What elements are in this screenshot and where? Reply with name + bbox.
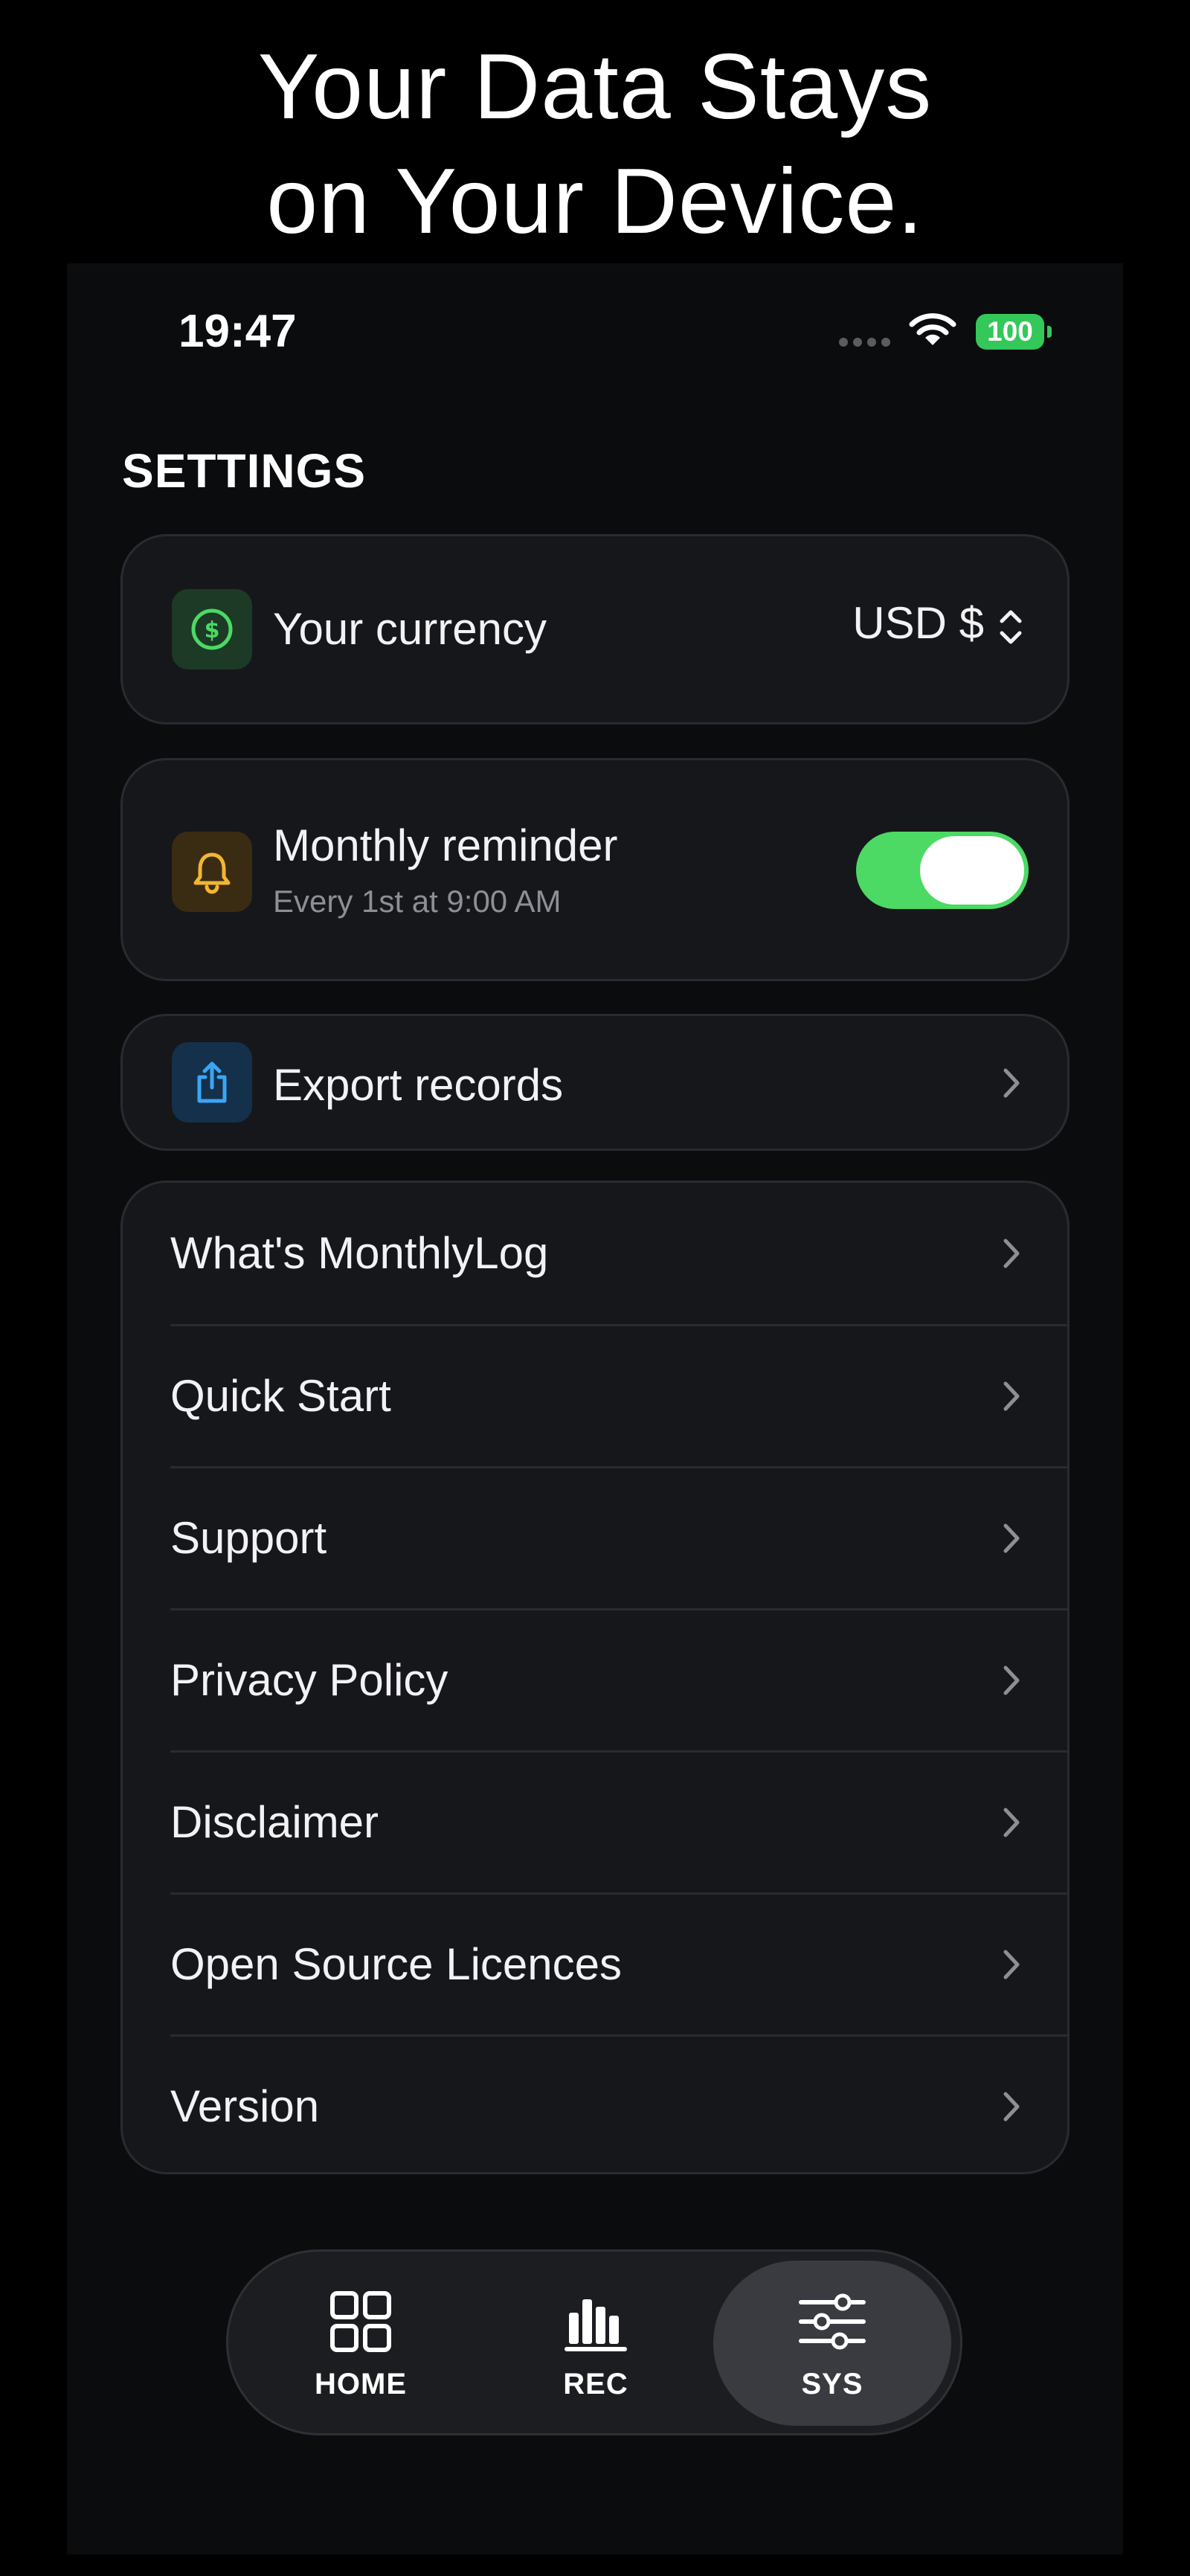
list-item-disclaimer[interactable]: Disclaimer <box>123 1752 1067 1893</box>
list-item-support[interactable]: Support <box>123 1468 1067 1609</box>
tab-sys[interactable]: SYS <box>713 2261 951 2426</box>
list-item-privacy-policy[interactable]: Privacy Policy <box>123 1610 1067 1751</box>
chevron-right-icon <box>1003 1808 1020 1837</box>
promo-headline-line1: Your Data Stays <box>257 36 933 138</box>
currency-label: Your currency <box>273 604 547 654</box>
cellular-signal-icon <box>839 338 890 347</box>
tab-rec[interactable]: REC <box>477 2261 715 2426</box>
chevron-up-down-icon <box>1000 610 1022 644</box>
chevron-right-icon <box>1003 1068 1020 1098</box>
tab-label: REC <box>563 2367 628 2400</box>
list-item-label: What's MonthlyLog <box>170 1228 549 1278</box>
reminder-toggle[interactable] <box>856 832 1029 909</box>
list-item-label: Disclaimer <box>170 1797 379 1847</box>
export-icon-tile <box>172 1042 252 1122</box>
currency-row[interactable]: $ Your currency USD $ <box>120 534 1070 725</box>
chevron-right-icon <box>1003 1239 1020 1268</box>
list-item-whats-monthlylog[interactable]: What's MonthlyLog <box>123 1183 1067 1324</box>
list-item-version[interactable]: Version <box>123 2036 1067 2177</box>
reminder-icon-tile <box>172 832 252 912</box>
reminder-label: Monthly reminder <box>273 820 618 870</box>
wifi-icon <box>909 313 956 345</box>
svg-text:$: $ <box>205 617 220 643</box>
monthly-reminder-row: Monthly reminder Every 1st at 9:00 AM <box>120 758 1070 981</box>
list-item-label: Version <box>170 2081 320 2131</box>
list-item-quick-start[interactable]: Quick Start <box>123 1326 1067 1467</box>
tab-bar: HOME REC SYS <box>226 2249 962 2435</box>
list-item-label: Privacy Policy <box>170 1655 448 1705</box>
list-item-label: Support <box>170 1513 327 1563</box>
chevron-right-icon <box>1003 1950 1020 1979</box>
list-item-label: Quick Start <box>170 1371 391 1421</box>
chevron-right-icon <box>1003 1381 1020 1411</box>
toggle-knob <box>920 836 1024 905</box>
dollar-circle-icon: $ <box>191 608 233 650</box>
page-title: SETTINGS <box>122 444 367 498</box>
promo-headline: Your Data Stays on Your Device. <box>0 30 1190 259</box>
info-links-list: What's MonthlyLog Quick Start Support Pr… <box>120 1181 1070 2174</box>
list-item-open-source-licences[interactable]: Open Source Licences <box>123 1894 1067 2035</box>
currency-value[interactable]: USD $ <box>852 597 984 649</box>
share-icon <box>197 1061 227 1103</box>
export-label: Export records <box>273 1060 564 1110</box>
chevron-right-icon <box>1003 1523 1020 1553</box>
chevron-right-icon <box>1003 1666 1020 1695</box>
battery-indicator: 100 <box>976 314 1044 350</box>
export-records-row[interactable]: Export records <box>120 1014 1070 1151</box>
tab-home[interactable]: HOME <box>242 2261 480 2426</box>
bar-chart-icon <box>565 2299 627 2351</box>
currency-icon-tile: $ <box>172 589 252 669</box>
chevron-right-icon <box>1003 2092 1020 2121</box>
reminder-schedule: Every 1st at 9:00 AM <box>273 884 562 919</box>
status-time: 19:47 <box>178 306 297 357</box>
list-item-label: Open Source Licences <box>170 1939 623 1989</box>
phone-screen: 19:47 100 SETTINGS $ Your currency USD $ <box>67 263 1123 2554</box>
promo-headline-line2: on Your Device. <box>266 150 924 253</box>
grid-icon <box>330 2290 391 2352</box>
sliders-icon <box>799 2293 866 2349</box>
battery-cap <box>1047 326 1052 338</box>
tab-label: HOME <box>315 2367 407 2400</box>
tab-label: SYS <box>801 2367 863 2400</box>
status-bar: 19:47 100 <box>67 263 1123 405</box>
bell-icon <box>193 852 231 894</box>
